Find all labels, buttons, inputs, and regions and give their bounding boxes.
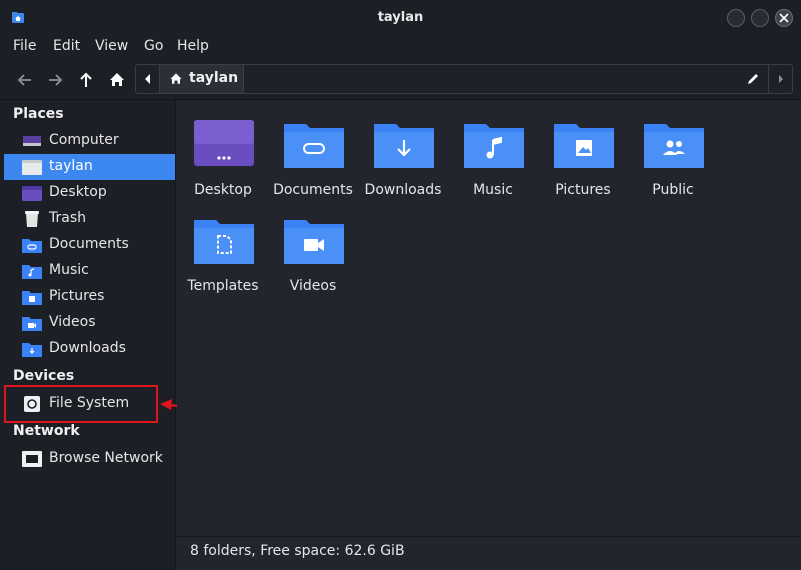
arrow-left-icon[interactable] <box>15 70 35 90</box>
sidebar-item-label: taylan <box>49 158 93 174</box>
sidebar-item-label: Pictures <box>49 288 105 304</box>
home-folder-icon <box>22 160 42 175</box>
sidebar-item-documents[interactable]: Documents <box>4 232 175 258</box>
edit-path-icon[interactable] <box>746 72 760 86</box>
menu-go[interactable]: Go <box>144 38 163 54</box>
documents-folder-icon <box>284 124 344 168</box>
sidebar-item-label: Documents <box>49 236 129 252</box>
close-icon <box>779 13 789 23</box>
sidebar-item-label: Videos <box>49 314 96 330</box>
annotation-highlight-box <box>4 385 158 423</box>
sidebar-item-downloads[interactable]: Downloads <box>4 336 175 362</box>
folder-music-icon <box>22 265 42 279</box>
home-icon[interactable] <box>107 70 127 90</box>
sidebar-item-browse-network[interactable]: Browse Network <box>4 446 175 472</box>
folder-item-documents[interactable]: Documents <box>268 108 358 198</box>
title-bar: taylan <box>0 0 801 36</box>
trash-icon <box>25 211 39 227</box>
menu-view[interactable]: View <box>95 38 128 54</box>
folder-label: Public <box>652 182 694 198</box>
sidebar-item-desktop[interactable]: Desktop <box>4 180 175 206</box>
network-icon <box>22 451 42 467</box>
status-text: 8 folders, Free space: 62.6 GiB <box>190 543 405 559</box>
sidebar-item-computer[interactable]: Computer <box>4 128 175 154</box>
chevron-left-icon <box>145 74 150 84</box>
menu-file[interactable]: File <box>13 38 36 54</box>
folder-item-desktop[interactable]: Desktop <box>178 108 268 198</box>
folder-item-downloads[interactable]: Downloads <box>358 108 448 198</box>
home-icon <box>170 73 182 84</box>
folder-item-pictures[interactable]: Pictures <box>538 108 628 198</box>
arrow-up-icon[interactable] <box>76 70 96 90</box>
folder-documents-icon <box>22 239 42 253</box>
path-scroll-left-button[interactable] <box>136 65 160 93</box>
folder-videos-icon <box>22 317 42 331</box>
sidebar-item-label: Computer <box>49 132 119 148</box>
sidebar-item-label: Browse Network <box>49 450 163 466</box>
downloads-folder-icon <box>374 124 434 168</box>
sidebar-item-label: Downloads <box>49 340 126 356</box>
menu-help[interactable]: Help <box>177 38 209 54</box>
sidebar-item-taylan[interactable]: taylan <box>4 154 175 180</box>
sidebar-item-pictures[interactable]: Pictures <box>4 284 175 310</box>
maximize-button[interactable] <box>751 9 769 27</box>
sidebar-item-trash[interactable]: Trash <box>4 206 175 232</box>
devices-heading: Devices <box>13 368 75 384</box>
minimize-button[interactable] <box>727 9 745 27</box>
path-scroll-right-button[interactable] <box>768 65 792 93</box>
arrow-right-icon[interactable] <box>45 70 65 90</box>
computer-icon <box>23 136 41 146</box>
menu-edit[interactable]: Edit <box>53 38 80 54</box>
sidebar-item-music[interactable]: Music <box>4 258 175 284</box>
places-heading: Places <box>13 106 64 122</box>
path-segment-label: taylan <box>189 70 239 86</box>
desktop-icon <box>22 186 42 201</box>
folder-label: Videos <box>289 278 337 294</box>
folder-item-videos[interactable]: Videos <box>268 204 358 294</box>
folder-pictures-icon <box>22 291 42 305</box>
folder-item-music[interactable]: Music <box>448 108 538 198</box>
folder-item-public[interactable]: Public <box>628 108 718 198</box>
file-view: Desktop Documents Downloads Music Pictur… <box>177 100 801 536</box>
music-folder-icon <box>464 124 524 168</box>
sidebar: Places Computer taylan Desktop Trash Doc… <box>0 100 176 570</box>
menu-bar: File Edit View Go Help <box>0 36 801 60</box>
sidebar-item-label: Trash <box>49 210 86 226</box>
public-folder-icon <box>644 124 704 168</box>
path-bar[interactable]: taylan <box>135 64 793 94</box>
chevron-right-icon <box>779 75 783 83</box>
folder-item-templates[interactable]: Templates <box>178 204 268 294</box>
sidebar-item-label: Desktop <box>49 184 107 200</box>
sidebar-item-videos[interactable]: Videos <box>4 310 175 336</box>
window-title: taylan <box>377 10 424 25</box>
templates-folder-icon <box>194 220 254 264</box>
videos-folder-icon <box>284 220 344 264</box>
network-heading: Network <box>13 423 80 439</box>
folder-downloads-icon <box>22 343 42 357</box>
desktop-folder-icon <box>194 120 254 166</box>
status-bar: 8 folders, Free space: 62.6 GiB <box>177 536 801 570</box>
sidebar-item-label: Music <box>49 262 89 278</box>
close-button[interactable] <box>775 9 793 27</box>
pictures-folder-icon <box>554 124 614 168</box>
path-segment-current[interactable]: taylan <box>160 65 244 93</box>
